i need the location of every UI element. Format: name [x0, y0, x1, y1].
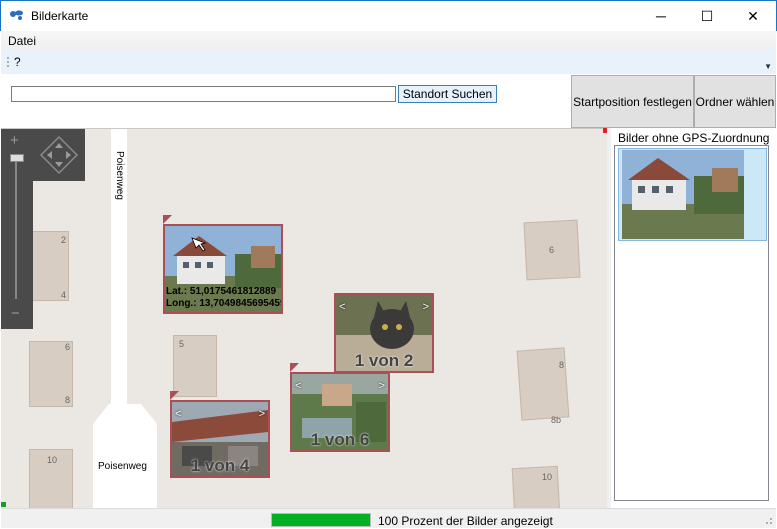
next-photo-arrow[interactable]: >: [423, 301, 429, 313]
photo-counter: 1 von 4: [190, 456, 250, 475]
photo-group-marker-cat[interactable]: < > 1 von 2: [334, 293, 434, 373]
house-number: 8: [559, 360, 565, 370]
search-bar: Standort Suchen Startposition festlegen …: [1, 74, 776, 128]
choose-folder-button[interactable]: Ordner wählen: [694, 75, 776, 128]
list-item[interactable]: [618, 148, 767, 241]
close-button[interactable]: ✕: [730, 1, 776, 31]
next-photo-arrow[interactable]: >: [379, 380, 385, 392]
pan-arrows-icon[interactable]: [39, 135, 79, 175]
photo-group-marker-shed[interactable]: < > 1 von 4: [170, 400, 270, 478]
house-number: 5: [179, 339, 185, 349]
zoom-slider[interactable]: [15, 157, 17, 299]
house-number: 8b: [551, 415, 562, 425]
progress-fill: [272, 514, 370, 526]
photo-marker-house[interactable]: Lat.: 51,0175461812889 Long.: 13,7049845…: [163, 224, 283, 314]
zoom-out-icon[interactable]: −: [11, 305, 20, 322]
overflow-chevron-icon[interactable]: ▼: [764, 62, 772, 71]
map-view[interactable]: Poisenweg Poisenweg 2 4 6 8 10 5 6 8 8b …: [1, 128, 607, 508]
building: [516, 347, 570, 421]
set-start-position-button[interactable]: Startposition festlegen: [571, 75, 694, 128]
house-number: 8: [65, 395, 71, 405]
house-thumbnail-icon: [622, 150, 744, 239]
toolstrip-grip-icon[interactable]: [7, 56, 9, 69]
road-turnaround: [93, 404, 157, 508]
map-navigation-control: + −: [1, 129, 85, 329]
longitude-label: Long.: 13,7049845695459: [166, 298, 283, 309]
green-corner-marker: [1, 502, 6, 507]
status-text: 100 Prozent der Bilder angezeigt: [378, 514, 553, 528]
street-label-bottom: Poisenweg: [98, 461, 147, 472]
previous-photo-arrow[interactable]: <: [175, 408, 181, 420]
unassigned-images-list[interactable]: [614, 145, 769, 501]
search-location-button[interactable]: Standort Suchen: [398, 85, 497, 103]
house-number: 6: [549, 245, 555, 255]
latitude-label: Lat.: 51,0175461812889: [166, 286, 277, 297]
menu-bar: Datei: [1, 31, 776, 50]
tool-strip: ? ▼: [1, 50, 776, 74]
previous-photo-arrow[interactable]: <: [339, 301, 345, 313]
marker-flag: [163, 215, 172, 224]
images-without-gps-panel: Bilder ohne GPS-Zuordnung: [611, 128, 776, 508]
previous-photo-arrow[interactable]: <: [295, 380, 301, 392]
next-photo-arrow[interactable]: >: [259, 408, 265, 420]
street-label-vertical: Poisenweg: [114, 151, 125, 200]
window-title: Bilderkarte: [31, 9, 89, 23]
side-panel-title: Bilder ohne GPS-Zuordnung: [618, 131, 770, 145]
help-menu[interactable]: ?: [14, 55, 21, 69]
images-progress-bar: [271, 513, 371, 527]
building: [511, 465, 561, 508]
photo-counter: 1 von 6: [310, 430, 370, 449]
world-map-icon: [10, 10, 23, 20]
zoom-slider-thumb[interactable]: [10, 154, 24, 162]
status-bar: 100 Prozent der Bilder angezeigt: [1, 508, 776, 528]
marker-flag: [170, 391, 179, 400]
house-number: 10: [542, 472, 553, 482]
photo-counter: 1 von 2: [354, 351, 414, 370]
resize-grip-icon[interactable]: [763, 515, 773, 525]
zoom-in-icon[interactable]: +: [10, 132, 19, 149]
minimize-button[interactable]: ─: [638, 1, 684, 31]
marker-flag: [290, 363, 299, 372]
gps-coordinates: Lat.: 51,0175461812889 Long.: 13,7049845…: [166, 286, 283, 310]
photo-group-marker-garden[interactable]: < > 1 von 6: [290, 372, 390, 452]
maximize-button[interactable]: ☐: [684, 1, 730, 31]
menu-datei[interactable]: Datei: [8, 34, 36, 48]
house-number: 10: [47, 455, 58, 465]
location-search-input[interactable]: [11, 86, 396, 102]
title-bar: Bilderkarte ─ ☐ ✕: [0, 0, 777, 31]
house-number: 6: [65, 342, 71, 352]
